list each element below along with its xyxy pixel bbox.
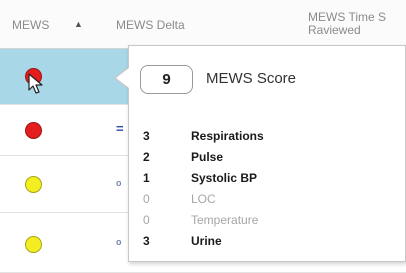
column-header-mews-delta[interactable]: MEWS Delta <box>116 18 185 32</box>
mews-status-yellow-icon <box>25 236 42 253</box>
mews-score-popup: 9 MEWS Score 3 Respirations 2 Pulse 1 Sy… <box>128 45 406 262</box>
column-header-mews[interactable]: MEWS <box>12 18 49 32</box>
popup-pointer-fill <box>116 68 129 88</box>
score-item-value: 1 <box>143 171 150 185</box>
mews-delta-value: o <box>116 178 122 188</box>
score-item-label: Respirations <box>191 129 264 143</box>
score-item-value: 0 <box>143 213 150 227</box>
score-item-value: 3 <box>143 129 150 143</box>
mews-delta-value: o <box>116 237 122 247</box>
mews-score-value: 9 <box>140 65 193 94</box>
column-header-time-line2: Raviewed <box>308 23 361 37</box>
arrow-pointer-icon <box>28 73 43 94</box>
score-item-value: 0 <box>143 192 150 206</box>
mews-status-red-icon <box>25 122 42 139</box>
sort-ascending-icon[interactable]: ▲ <box>74 19 83 29</box>
score-item-label: Pulse <box>191 150 224 164</box>
column-header-time-line1: MEWS Time S <box>308 10 387 24</box>
score-item-label: LOC <box>191 192 216 206</box>
score-item-value: 3 <box>143 234 150 248</box>
score-item-label: Temperature <box>191 213 259 227</box>
mews-score-title: MEWS Score <box>206 70 297 87</box>
mews-status-yellow-icon <box>25 176 42 193</box>
score-item-label: Urine <box>191 234 222 248</box>
score-item-label: Systolic BP <box>191 171 258 185</box>
table-header: MEWS ▲ MEWS Delta MEWS Time S Raviewed <box>0 0 406 49</box>
score-item-value: 2 <box>143 150 150 164</box>
mews-delta-value: = <box>116 121 124 136</box>
column-header-mews-time[interactable]: MEWS Time S Raviewed <box>308 11 406 37</box>
